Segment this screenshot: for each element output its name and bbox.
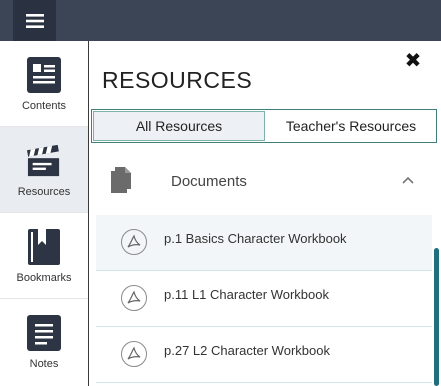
resources-panel: ✖ RESOURCES All Resources Teacher's Reso… xyxy=(89,41,441,386)
sidebar-item-label: Resources xyxy=(17,186,71,198)
hamburger-icon xyxy=(25,13,44,28)
pdf-icon xyxy=(121,285,147,311)
sidebar-item-bookmarks[interactable]: Bookmarks xyxy=(0,213,88,299)
sidebar-item-label: Contents xyxy=(21,100,67,112)
documents-icon xyxy=(111,167,131,193)
list-item[interactable]: p.11 L1 Character Workbook xyxy=(96,271,432,327)
sidebar-item-resources[interactable]: Resources xyxy=(0,127,88,213)
sidebar-item-label: Notes xyxy=(29,358,59,370)
close-button[interactable]: ✖ xyxy=(403,51,423,71)
resource-tabs: All Resources Teacher's Resources xyxy=(91,109,437,143)
sidebar-item-label: Bookmarks xyxy=(16,272,72,284)
sidebar: Contents Resources Bookmarks Notes xyxy=(0,41,89,386)
documents-list: p.1 Basics Character Workbook p.11 L1 Ch… xyxy=(96,215,432,383)
pdf-icon xyxy=(121,229,147,255)
panel-title: RESOURCES xyxy=(102,67,253,93)
contents-icon xyxy=(27,57,61,93)
bookmark-icon xyxy=(27,229,61,265)
notes-icon xyxy=(27,315,61,351)
list-item-label: p.27 L2 Character Workbook xyxy=(164,343,330,358)
scrollbar[interactable] xyxy=(434,248,439,386)
hamburger-menu-button[interactable] xyxy=(13,0,56,41)
chevron-up-icon[interactable] xyxy=(401,175,415,185)
clapperboard-icon xyxy=(27,143,61,179)
top-bar xyxy=(0,0,441,41)
list-item-label: p.11 L1 Character Workbook xyxy=(164,287,329,302)
list-item[interactable]: p.1 Basics Character Workbook xyxy=(96,215,432,271)
tab-all-resources[interactable]: All Resources xyxy=(93,111,265,141)
sidebar-item-notes[interactable]: Notes xyxy=(0,299,88,385)
tab-teachers-resources[interactable]: Teacher's Resources xyxy=(266,110,436,142)
pdf-icon xyxy=(121,341,147,367)
sidebar-item-contents[interactable]: Contents xyxy=(0,41,88,127)
list-item[interactable]: p.27 L2 Character Workbook xyxy=(96,327,432,383)
documents-section-header[interactable]: Documents xyxy=(89,153,441,213)
close-icon: ✖ xyxy=(404,50,422,72)
section-label: Documents xyxy=(171,173,247,190)
list-item-label: p.1 Basics Character Workbook xyxy=(164,231,347,246)
